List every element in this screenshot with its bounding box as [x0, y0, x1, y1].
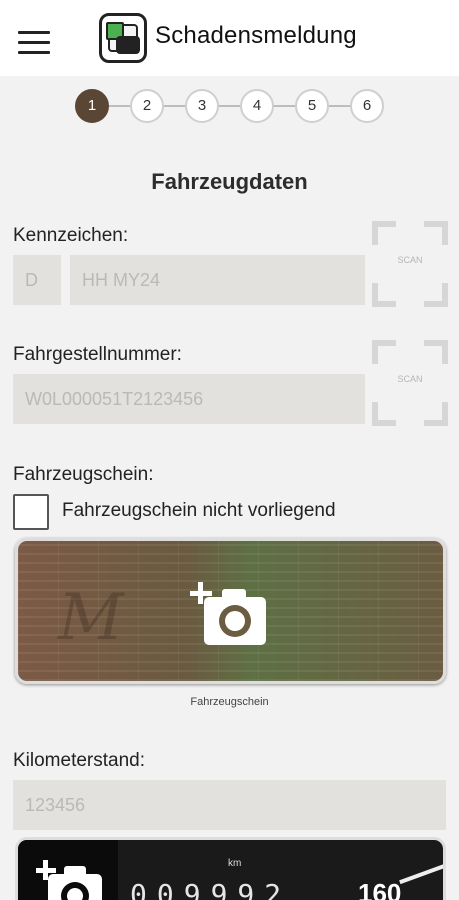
app-bar: Schadensmeldung — [0, 0, 459, 76]
registration-photo-caption: Fahrzeugschein — [190, 696, 269, 708]
plate-label: Kennzeichen: — [13, 225, 129, 246]
camera-panel — [18, 840, 118, 900]
mileage-input[interactable]: 123456 — [13, 780, 446, 830]
registration-photo-button[interactable]: M — [15, 538, 446, 684]
odometer-unit: km — [228, 858, 242, 869]
step-6[interactable]: 6 — [350, 89, 384, 123]
step-3[interactable]: 3 — [185, 89, 219, 123]
registration-not-available-label[interactable]: Fahrzeugschein nicht vorliegend — [62, 500, 336, 522]
vin-scan-button[interactable]: SCAN — [372, 340, 448, 426]
speedometer-needle — [399, 859, 443, 885]
registration-document-image: M — [58, 581, 130, 655]
plate-prefix-input[interactable]: D — [13, 255, 61, 305]
step-indicator: 1 2 3 4 5 6 — [0, 89, 459, 123]
vin-label: Fahrgestellnummer: — [13, 344, 182, 365]
step-2[interactable]: 2 — [130, 89, 164, 123]
plate-scan-label: SCAN — [397, 255, 423, 265]
vin-input[interactable]: W0L000051T2123456 — [13, 374, 365, 424]
step-4[interactable]: 4 — [240, 89, 274, 123]
registration-not-available-checkbox[interactable] — [13, 494, 49, 530]
add-photo-camera-icon — [36, 858, 106, 900]
plate-number-input[interactable]: HH MY24 — [70, 255, 365, 305]
speedometer-mark: 160 — [358, 878, 402, 900]
app-title: Schadensmeldung — [155, 22, 357, 49]
mileage-label: Kilometerstand: — [13, 750, 146, 771]
hamburger-menu-icon[interactable] — [18, 31, 50, 55]
step-1[interactable]: 1 — [75, 89, 109, 123]
registration-label: Fahrzeugschein: — [13, 464, 154, 485]
vin-scan-label: SCAN — [397, 374, 423, 384]
add-photo-camera-icon — [190, 579, 270, 651]
mileage-photo-button[interactable]: km 009992 160 — [15, 837, 446, 900]
odometer-digits: 009992 — [130, 878, 292, 900]
car-damage-app-icon — [99, 13, 147, 63]
step-5[interactable]: 5 — [295, 89, 329, 123]
section-title: Fahrzeugdaten — [151, 169, 308, 194]
plate-scan-button[interactable]: SCAN — [372, 221, 448, 307]
